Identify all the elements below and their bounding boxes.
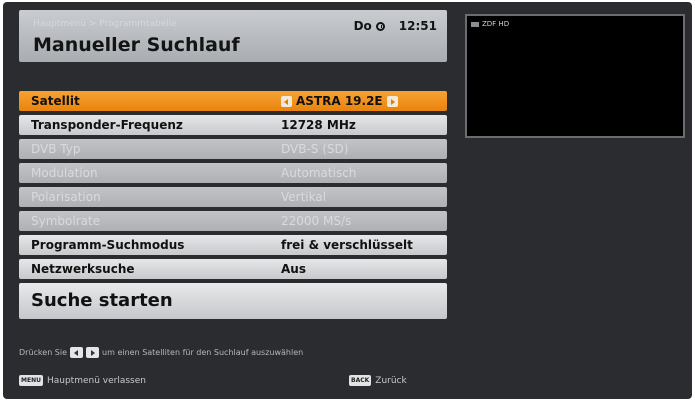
menu-row-label: Modulation xyxy=(31,166,98,180)
clock: Do 12:51 xyxy=(354,19,437,33)
footer-menu-key[interactable]: MENU Hauptmenü verlassen xyxy=(19,375,146,386)
arrow-right-icon[interactable] xyxy=(386,95,398,107)
menu-row-label: Transponder-Frequenz xyxy=(31,118,183,132)
menu-row-value: frei & verschlüsselt xyxy=(281,238,413,252)
menu-row-netzwerksuche[interactable]: Netzwerksuche Aus xyxy=(19,259,447,279)
header-panel: Hauptmenü > Programmtabelle Manueller Su… xyxy=(19,10,447,62)
footer-back-key[interactable]: BACK Zurück xyxy=(349,375,407,386)
preview-channel-name: ZDF HD xyxy=(482,20,510,28)
menu-row-programm-suchmodus[interactable]: Programm-Suchmodus frei & verschlüsselt xyxy=(19,235,447,255)
hint-prefix: Drücken Sie xyxy=(19,348,68,357)
start-scan-label: Suche starten xyxy=(31,290,173,311)
preview-channel-label: ZDF HD xyxy=(471,20,509,28)
scan-settings-menu: Satellit ASTRA 19.2E Transponder-Frequen… xyxy=(19,91,447,319)
tv-screen: Hauptmenü > Programmtabelle Manueller Su… xyxy=(3,2,692,399)
page-title: Manueller Suchlauf xyxy=(33,34,240,56)
arrow-right-key-icon xyxy=(86,347,100,358)
menu-row-value: 22000 MS/s xyxy=(281,214,352,228)
menu-row-label: Programm-Suchmodus xyxy=(31,238,185,252)
menu-row-value: DVB-S (SD) xyxy=(281,142,349,156)
clock-icon xyxy=(375,21,385,31)
menu-row-value: ASTRA 19.2E xyxy=(281,94,398,108)
breadcrumb: Hauptmenü > Programmtabelle xyxy=(33,19,177,29)
menu-row-transponder-frequenz[interactable]: Transponder-Frequenz 12728 MHz xyxy=(19,115,447,135)
tv-preview-window: ZDF HD xyxy=(465,14,685,138)
menu-row-label: Symbolrate xyxy=(31,214,101,228)
menu-row-value: 12728 MHz xyxy=(281,118,356,132)
menu-row-value: Automatisch xyxy=(281,166,357,180)
menu-row-label: Satellit xyxy=(31,94,80,108)
footer-back-label: Zurück xyxy=(375,375,407,386)
menu-row-dvb-typ: DVB Typ DVB-S (SD) xyxy=(19,139,447,159)
menu-row-modulation: Modulation Automatisch xyxy=(19,163,447,183)
footer-menu-label: Hauptmenü verlassen xyxy=(46,375,146,386)
menu-row-label: DVB Typ xyxy=(31,142,81,156)
channel-icon xyxy=(471,21,479,27)
back-key-icon: BACK xyxy=(349,375,372,386)
menu-row-label: Netzwerksuche xyxy=(31,262,135,276)
menu-row-value: Vertikal xyxy=(281,190,327,204)
menu-row-polarisation: Polarisation Vertikal xyxy=(19,187,447,207)
menu-key-icon: MENU xyxy=(19,375,43,386)
menu-row-value: Aus xyxy=(281,262,306,276)
clock-time: 12:51 xyxy=(398,19,437,33)
arrow-left-key-icon xyxy=(70,347,84,358)
menu-row-satellit[interactable]: Satellit ASTRA 19.2E xyxy=(19,91,447,111)
menu-row-label: Polarisation xyxy=(31,190,101,204)
clock-day: Do xyxy=(353,19,372,33)
hint-suffix: um einen Satelliten für den Suchlauf aus… xyxy=(102,348,304,357)
satellite-value: ASTRA 19.2E xyxy=(296,94,383,108)
hint-line: Drücken Sie um einen Satelliten für den … xyxy=(19,347,303,358)
arrow-left-icon[interactable] xyxy=(281,95,292,107)
start-scan-button[interactable]: Suche starten xyxy=(19,283,447,319)
menu-row-symbolrate: Symbolrate 22000 MS/s xyxy=(19,211,447,231)
